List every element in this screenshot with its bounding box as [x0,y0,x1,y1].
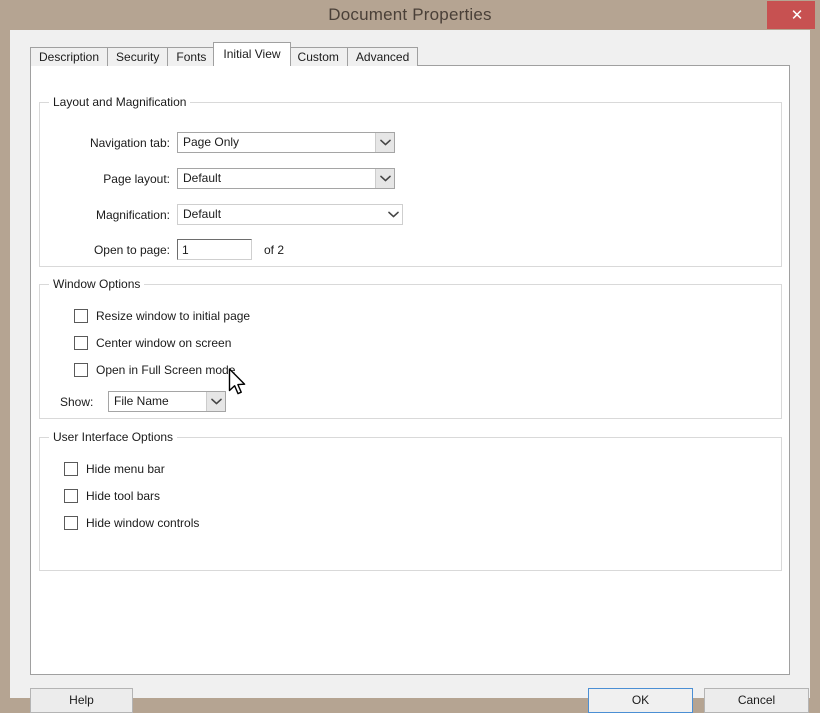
magnification-combobox[interactable]: Default [177,204,403,225]
tab-description[interactable]: Description [30,47,109,66]
checkbox-box [64,462,78,476]
tab-label: Security [116,50,160,64]
tab-initial-view[interactable]: Initial View [213,42,291,66]
checkbox-label: Center window on screen [96,336,232,350]
tab-strip: Description Security Fonts Initial View … [30,42,419,66]
help-button[interactable]: Help [30,688,133,713]
chevron-down-icon [375,169,394,188]
close-icon: ✕ [790,7,804,24]
checkbox-box [74,336,88,350]
checkbox-label: Open in Full Screen mode [96,363,236,377]
checkbox-hide-menu-bar[interactable]: Hide menu bar [64,462,165,476]
tab-label: Advanced [355,50,410,64]
checkbox-box [64,516,78,530]
checkbox-label: Hide menu bar [86,462,165,476]
show-combobox[interactable]: File Name [108,391,226,412]
show-value: File Name [114,394,169,408]
open-to-page-label: Open to page: [93,243,170,257]
group-title: Layout and Magnification [49,95,191,109]
tab-page-initial-view: Layout and Magnification Navigation tab:… [30,65,790,675]
checkbox-label: Hide tool bars [86,489,161,503]
navigation-tab-label: Navigation tab: [89,136,170,150]
dialog-client-area: Description Security Fonts Initial View … [10,30,810,713]
checkbox-center-window-on-screen[interactable]: Center window on screen [74,336,231,350]
checkbox-box [64,489,78,503]
title-bar: Document Properties ✕ [0,0,820,30]
tab-custom[interactable]: Custom [288,47,348,66]
checkbox-open-in-full-screen-mode[interactable]: Open in Full Screen mode [74,363,235,377]
navigation-tab-value: Page Only [183,135,240,149]
open-to-page-input[interactable] [177,239,252,260]
navigation-tab-combobox[interactable]: Page Only [177,132,395,153]
checkbox-label: Hide window controls [86,516,200,530]
show-label: Show: [60,395,94,409]
tab-label: Fonts [176,50,207,64]
magnification-value: Default [183,207,222,221]
group-window-options: Window Options Resize window to initial … [39,277,782,419]
tab-fonts[interactable]: Fonts [167,47,216,66]
magnification-label: Magnification: [95,208,170,222]
cancel-button[interactable]: Cancel [704,688,809,713]
group-layout-and-magnification: Layout and Magnification Navigation tab:… [39,95,782,267]
tab-label: Description [39,50,100,64]
group-user-interface-options: User Interface Options Hide menu bar Hid… [39,430,782,571]
tab-advanced[interactable]: Advanced [346,47,419,66]
tab-security[interactable]: Security [107,47,169,66]
page-count-text: of 2 [264,243,285,257]
tab-label: Initial View [223,47,281,61]
group-title: Window Options [49,277,145,291]
checkbox-box [74,363,88,377]
page-layout-combobox[interactable]: Default [177,168,395,189]
window-title: Document Properties [328,5,492,24]
checkbox-box [74,309,88,323]
checkbox-hide-tool-bars[interactable]: Hide tool bars [64,489,160,503]
chevron-down-icon [375,133,394,152]
close-button[interactable]: ✕ [767,1,815,29]
dialog-window: Document Properties ✕ Description Securi… [0,0,820,713]
chevron-down-icon [384,205,402,224]
page-layout-value: Default [183,171,222,185]
group-title: User Interface Options [49,430,178,444]
checkbox-resize-window-to-initial-page[interactable]: Resize window to initial page [74,309,250,323]
checkbox-hide-window-controls[interactable]: Hide window controls [64,516,199,530]
page-layout-label: Page layout: [103,172,170,186]
tab-label: Custom [297,50,339,64]
checkbox-label: Resize window to initial page [96,309,251,323]
chevron-down-icon [206,392,225,411]
ok-button[interactable]: OK [588,688,693,713]
